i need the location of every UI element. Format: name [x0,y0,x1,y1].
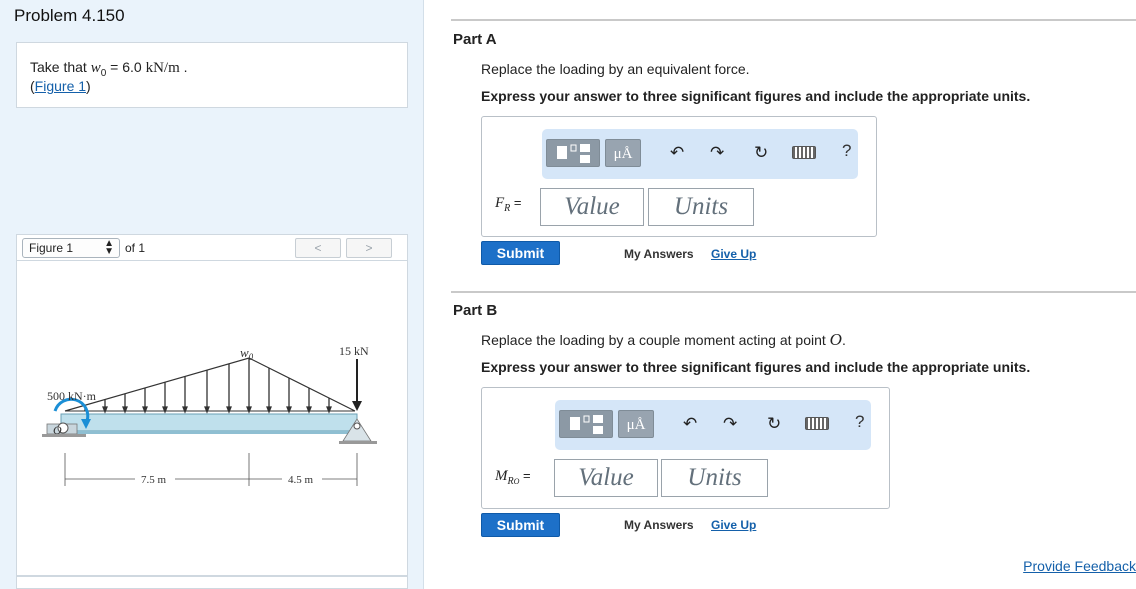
part-a-submit-button[interactable]: Submit [481,241,560,265]
roller-pin [353,422,361,430]
load-outline [64,357,356,412]
select-arrows-icon: ▲ ▼ [104,238,114,257]
redo-icon[interactable]: ↷ [710,143,724,163]
divider-b [451,291,1136,293]
beam-diagram: w0 15 kN 500 kN·m O 7.5 m 4.5 m [42,344,377,486]
undo-icon[interactable]: ↶ [670,143,684,163]
given-statement: Take that w0 = 6.0 kN/m . [30,59,188,79]
part-b-submit-button[interactable]: Submit [481,513,560,537]
beam [60,413,358,432]
part-a-value-input[interactable]: Value [540,188,644,226]
ground-right [339,441,377,444]
keyboard-icon[interactable] [792,146,816,159]
part-b-variable: MRO = [495,468,531,487]
given-value: = 6.0 [106,59,146,75]
part-b-answer-box: μÅ ↶ ↷ ↻ ? MRO = Value Units [481,387,890,509]
figure-area: w0 15 kN 500 kN·m O 7.5 m 4.5 m [16,261,408,576]
part-a-units-input[interactable]: Units [648,188,754,226]
part-a-title: Part A [453,31,497,48]
part-b-instruction: Replace the loading by a couple moment a… [481,330,846,350]
part-b-value-input[interactable]: Value [554,459,658,497]
prev-figure-button[interactable]: < [295,238,341,258]
given-unit: kN/m [145,60,180,76]
figure-select-value: Figure 1 [29,241,74,255]
figure-link[interactable]: Figure 1 [35,78,86,94]
dim-label-1: 7.5 m [141,474,167,486]
dim-label-2: 4.5 m [288,474,314,486]
figure-link-line: (Figure 1) [30,78,91,94]
part-b-units-input[interactable]: Units [661,459,768,497]
beam-shadow [61,431,357,434]
figure-footer [16,576,408,589]
keyboard-icon[interactable] [805,417,829,430]
part-a-variable: FR = [495,195,522,214]
figure-toolbar: Figure 1 ▲ ▼ of 1 < > [16,234,408,261]
templates-icon [557,144,590,163]
part-b-give-up[interactable]: Give Up [711,518,756,532]
part-b-my-answers[interactable]: My Answers [624,518,694,532]
units-symbol-button[interactable]: μÅ [618,410,654,438]
templates-icon [570,415,603,434]
instruction-point: O [829,330,842,349]
figure-select[interactable]: Figure 1 ▲ ▼ [22,238,120,258]
divider-a [451,19,1136,21]
part-a-express: Express your answer to three significant… [481,88,1031,104]
provide-feedback-link[interactable]: Provide Feedback [1023,558,1136,574]
part-a-give-up[interactable]: Give Up [711,247,756,261]
undo-icon[interactable]: ↶ [683,414,697,434]
ground-left [42,434,86,437]
templates-button[interactable] [546,139,600,167]
var-equals: = [510,195,522,210]
given-end: . [179,59,188,75]
load-label: w0 [240,345,254,362]
help-icon[interactable]: ? [855,412,864,432]
problem-panel: Problem 4.150 Take that w0 = 6.0 kN/m . … [0,0,424,589]
next-figure-button[interactable]: > [346,238,392,258]
reset-icon[interactable]: ↻ [754,143,768,163]
moment-label: 500 kN·m [47,389,97,403]
help-icon[interactable]: ? [842,141,851,161]
point-force-arrowhead [352,401,362,411]
reset-icon[interactable]: ↻ [767,414,781,434]
var-equals: = [519,468,531,483]
paren-close: ) [86,78,91,94]
part-b-express: Express your answer to three significant… [481,359,1031,375]
load-arrows [84,358,332,414]
part-a-toolbar: μÅ ↶ ↷ ↻ ? [542,129,858,179]
var-symbol: F [495,195,505,211]
given-box: Take that w0 = 6.0 kN/m . (Figure 1) [16,42,408,108]
support-label: O [53,423,62,437]
problem-title: Problem 4.150 [14,6,125,25]
var-symbol: M [495,468,508,484]
part-b-toolbar: μÅ ↶ ↷ ↻ ? [555,400,871,450]
instruction-text: Replace the loading by a couple moment a… [481,332,830,348]
part-b-title: Part B [453,302,498,319]
figure-count: of 1 [125,241,146,255]
units-symbol-button[interactable]: μÅ [605,139,641,167]
given-variable: w [90,60,101,76]
part-a-my-answers[interactable]: My Answers [624,247,694,261]
given-prefix: Take that [30,59,91,75]
force-label: 15 kN [339,344,369,358]
part-a-answer-box: μÅ ↶ ↷ ↻ ? FR = Value Units [481,116,877,237]
templates-button[interactable] [559,410,613,438]
part-a-instruction: Replace the loading by an equivalent for… [481,61,750,77]
instruction-end: . [841,332,846,348]
redo-icon[interactable]: ↷ [723,414,737,434]
